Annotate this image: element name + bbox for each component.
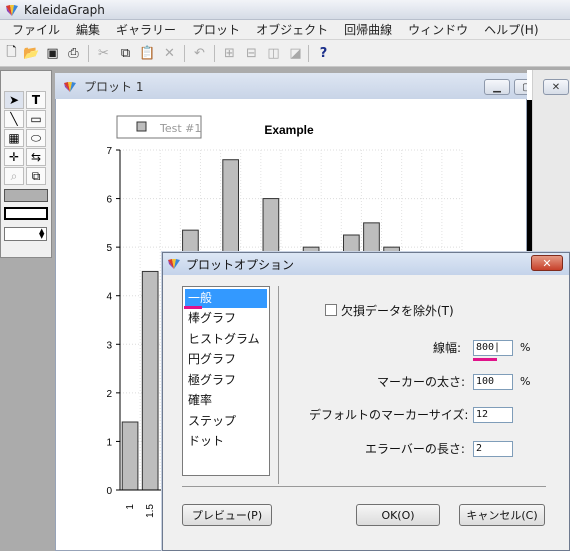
category-step[interactable]: ステップ <box>185 412 267 431</box>
default-marker-size-input[interactable]: 12 <box>473 407 513 423</box>
marker-thickness-input[interactable]: 100 <box>473 374 513 390</box>
error-bar-length-input[interactable]: 2 <box>473 441 513 457</box>
exclude-missing-label: 欠損データを除外(T) <box>341 304 454 318</box>
category-bar[interactable]: 棒グラフ <box>185 309 267 328</box>
fill-color-swatch[interactable] <box>4 189 48 202</box>
y-tick-label: 0 <box>106 486 112 497</box>
ungroup-icon[interactable]: ⊟ <box>242 44 261 63</box>
group-icon[interactable]: ⊞ <box>220 44 239 63</box>
line-width-unit: % <box>520 341 531 354</box>
close-icon[interactable]: ✕ <box>531 255 563 271</box>
divider <box>278 286 279 484</box>
send-back-icon[interactable]: ◪ <box>286 44 305 63</box>
category-dot[interactable]: ドット <box>185 432 267 451</box>
close-window-button[interactable]: ✕ <box>543 79 569 95</box>
rectangle-tool-icon[interactable]: ▭ <box>26 110 46 128</box>
menu-help[interactable]: ヘルプ(H) <box>476 21 546 38</box>
toolbar-separator <box>184 45 185 62</box>
menu-gallery[interactable]: ギャラリー <box>108 21 184 38</box>
line-style-swatch[interactable] <box>4 207 48 220</box>
menu-curve-fit[interactable]: 回帰曲線 <box>336 21 400 38</box>
app-logo-icon <box>64 82 76 92</box>
layer-tool-icon[interactable]: ⧉ <box>26 167 46 185</box>
app-logo-icon <box>6 5 18 16</box>
menu-bar: ファイル 編集 ギャラリー プロット オブジェクト 回帰曲線 ウィンドウ ヘルプ… <box>0 20 570 40</box>
y-tick-label: 7 <box>106 146 112 157</box>
menu-file[interactable]: ファイル <box>4 21 68 38</box>
y-tick-label: 2 <box>106 389 112 400</box>
marker-thickness-label: マーカーの太さ: <box>377 375 466 389</box>
menu-edit[interactable]: 編集 <box>68 21 108 38</box>
app-title: KaleidaGraph <box>24 3 105 17</box>
highlight-underline <box>473 358 497 361</box>
toolbar-separator <box>214 45 215 62</box>
minimize-button[interactable]: ▁ <box>484 79 510 95</box>
y-axis-ticks: 0 1 2 3 4 5 6 7 <box>106 146 120 497</box>
undo-icon[interactable]: ↶ <box>190 44 209 63</box>
y-tick-label: 5 <box>106 243 112 254</box>
eraser-tool-icon[interactable]: ⬭ <box>26 129 46 147</box>
divider <box>182 486 546 487</box>
cancel-button[interactable]: キャンセル(C) <box>459 504 545 526</box>
y-tick-label: 1 <box>106 437 112 448</box>
new-file-icon[interactable]: 🗋 <box>2 44 21 63</box>
table-tool-icon[interactable]: ▦ <box>4 129 24 147</box>
preview-button[interactable]: プレビュー(P) <box>182 504 272 526</box>
category-pie[interactable]: 円グラフ <box>185 350 267 369</box>
chart-title: Example <box>264 123 314 137</box>
app-logo-icon <box>168 259 180 269</box>
dialog-title: プロットオプション <box>186 258 295 272</box>
error-bar-length-label: エラーバーの長さ: <box>365 442 465 456</box>
copy-icon[interactable]: ⧉ <box>116 44 135 63</box>
legend-box: Test #1 <box>116 115 202 139</box>
legend-swatch <box>136 121 147 132</box>
help-icon[interactable]: ? <box>314 44 333 63</box>
marker-thickness-unit: % <box>520 375 531 388</box>
print-icon[interactable]: ⎙ <box>64 44 83 63</box>
menu-object[interactable]: オブジェクト <box>248 21 336 38</box>
plot-window-title: プロット 1 <box>84 80 144 94</box>
bring-front-icon[interactable]: ◫ <box>264 44 283 63</box>
select-arrow-icon[interactable]: ➤ <box>4 91 24 109</box>
y-tick-label: 3 <box>106 340 112 351</box>
open-folder-icon[interactable]: 📂 <box>22 44 41 63</box>
bar <box>141 270 159 491</box>
zoom-tool-icon[interactable]: ⌕ <box>4 167 24 185</box>
category-polar[interactable]: 極グラフ <box>185 371 267 390</box>
x-tick-label: 1 <box>125 504 136 510</box>
category-histogram[interactable]: ヒストグラム <box>185 330 267 349</box>
data-select-tool-icon[interactable]: ⇆ <box>26 148 46 166</box>
y-tick-label: 6 <box>106 195 112 206</box>
category-probability[interactable]: 確率 <box>185 391 267 410</box>
y-tick-label: 4 <box>106 292 112 303</box>
x-tick-label: 1.5 <box>145 504 156 518</box>
line-width-input[interactable]: 800| <box>473 340 513 356</box>
default-marker-size-label: デフォルトのマーカーサイズ: <box>309 408 469 422</box>
spinner-icon[interactable]: ▲ ▼ <box>39 228 44 240</box>
ok-button[interactable]: OK(O) <box>356 504 440 526</box>
bar <box>121 421 139 491</box>
text-tool-icon[interactable]: T <box>26 91 46 109</box>
clear-icon[interactable]: ✕ <box>160 44 179 63</box>
menu-plot[interactable]: プロット <box>184 21 248 38</box>
toolbar: 🗋 📂 ▣ ⎙ ✂ ⧉ 📋 ✕ ↶ ⊞ ⊟ ◫ ◪ ? <box>0 40 570 67</box>
toolbar-separator <box>308 45 309 62</box>
toolbar-separator <box>88 45 89 62</box>
tool-palette: ➤ T ╲ ▭ ▦ ⬭ ✛ ⇆ ⌕ ⧉ ▲ ▼ <box>0 70 52 258</box>
exclude-missing-checkbox[interactable] <box>325 304 337 316</box>
crosshair-tool-icon[interactable]: ✛ <box>4 148 24 166</box>
save-icon[interactable]: ▣ <box>43 44 62 63</box>
line-width-label: 線幅: <box>433 341 462 355</box>
highlight-underline <box>184 306 202 309</box>
legend-label: Test #1 <box>159 122 201 135</box>
x-axis-ticks: 1 1.5 <box>125 504 156 518</box>
category-list[interactable]: 一般 棒グラフ ヒストグラム 円グラフ 極グラフ 確率 ステップ ドット <box>182 286 270 476</box>
cut-icon[interactable]: ✂ <box>94 44 113 63</box>
line-tool-icon[interactable]: ╲ <box>4 110 24 128</box>
menu-window[interactable]: ウィンドウ <box>400 21 476 38</box>
paste-icon[interactable]: 📋 <box>138 44 157 63</box>
